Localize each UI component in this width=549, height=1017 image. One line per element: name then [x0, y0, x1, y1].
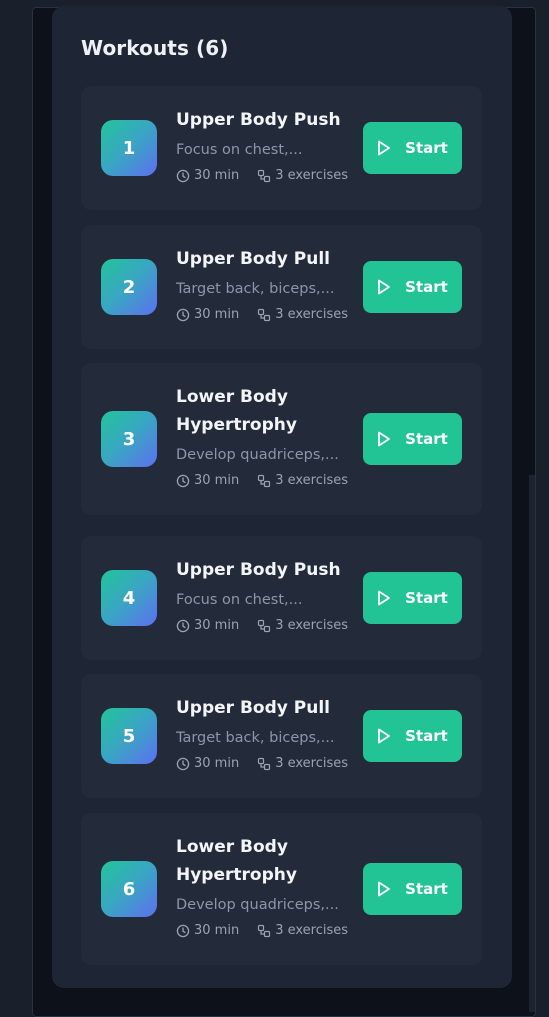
exercises-icon — [258, 619, 271, 632]
start-button-label: Start — [405, 727, 448, 745]
workout-exercise-count: 3 exercises — [257, 618, 348, 633]
workout-duration: 30 min — [176, 756, 239, 771]
workout-exercise-count-text: 3 exercises — [275, 618, 349, 633]
play-icon — [378, 279, 391, 295]
workout-card: 6 Lower Body Hypertrophy Develop quadric… — [81, 813, 482, 965]
play-icon — [378, 728, 391, 744]
exercises-icon — [258, 474, 271, 487]
workout-duration-text: 30 min — [194, 307, 240, 322]
workout-title: Upper Body Push — [176, 110, 341, 130]
workout-description: Develop quadriceps,... — [176, 897, 339, 913]
workout-duration-text: 30 min — [194, 923, 240, 938]
workout-card: 2 Upper Body Pull Target back, biceps,..… — [81, 225, 482, 349]
start-workout-button[interactable]: Start — [363, 863, 462, 915]
start-workout-button[interactable]: Start — [363, 261, 462, 313]
clock-icon — [176, 474, 190, 487]
exercises-icon — [258, 924, 271, 937]
workout-duration-text: 30 min — [194, 168, 240, 183]
workout-description: Focus on chest,... — [176, 592, 303, 608]
clock-icon — [176, 308, 190, 321]
workout-meta: 30 min 3 exercises — [176, 923, 356, 938]
scrollbar[interactable] — [529, 475, 535, 1012]
workout-exercise-count: 3 exercises — [257, 756, 348, 771]
play-icon — [378, 140, 391, 156]
start-workout-button[interactable]: Start — [363, 710, 462, 762]
workout-number-badge: 2 — [101, 259, 157, 315]
workout-description: Target back, biceps,... — [176, 730, 335, 746]
play-icon — [378, 590, 391, 606]
start-button-label: Start — [405, 880, 448, 898]
clock-icon — [176, 757, 190, 770]
workout-info: Lower Body Hypertrophy Develop quadricep… — [176, 383, 356, 488]
workout-meta: 30 min 3 exercises — [176, 618, 356, 633]
workout-exercise-count-text: 3 exercises — [275, 923, 349, 938]
workout-card: 3 Lower Body Hypertrophy Develop quadric… — [81, 363, 482, 515]
start-workout-button[interactable]: Start — [363, 122, 462, 174]
workout-exercise-count: 3 exercises — [257, 923, 348, 938]
exercises-icon — [258, 308, 271, 321]
workout-card: 1 Upper Body Push Focus on chest,... 30 … — [81, 86, 482, 210]
workout-duration: 30 min — [176, 923, 239, 938]
workout-exercise-count: 3 exercises — [257, 168, 348, 183]
workout-exercise-count: 3 exercises — [257, 307, 348, 322]
workout-duration: 30 min — [176, 307, 239, 322]
workout-title: Upper Body Pull — [176, 249, 330, 269]
clock-icon — [176, 169, 190, 182]
exercises-icon — [258, 169, 271, 182]
workouts-panel: Workouts (6) 1 Upper Body Push Focus on … — [52, 6, 512, 988]
workout-exercise-count-text: 3 exercises — [275, 473, 349, 488]
workout-description: Develop quadriceps,... — [176, 447, 339, 463]
play-icon — [378, 431, 391, 447]
workout-exercise-count-text: 3 exercises — [275, 307, 349, 322]
workout-info: Upper Body Pull Target back, biceps,... … — [176, 245, 356, 322]
play-icon — [378, 881, 391, 897]
workout-info: Upper Body Push Focus on chest,... 30 mi… — [176, 106, 356, 183]
start-button-label: Start — [405, 589, 448, 607]
workout-meta: 30 min 3 exercises — [176, 756, 356, 771]
start-button-label: Start — [405, 139, 448, 157]
workout-duration-text: 30 min — [194, 473, 240, 488]
workout-description: Focus on chest,... — [176, 142, 303, 158]
workout-exercise-count-text: 3 exercises — [275, 756, 349, 771]
workouts-heading: Workouts (6) — [81, 36, 229, 60]
workout-title: Lower Body Hypertrophy — [176, 387, 297, 435]
workout-info: Lower Body Hypertrophy Develop quadricep… — [176, 833, 356, 938]
workout-duration: 30 min — [176, 473, 239, 488]
workout-number-badge: 5 — [101, 708, 157, 764]
workout-description: Target back, biceps,... — [176, 281, 335, 297]
workout-meta: 30 min 3 exercises — [176, 168, 356, 183]
workout-duration-text: 30 min — [194, 756, 240, 771]
clock-icon — [176, 924, 190, 937]
workout-info: Upper Body Pull Target back, biceps,... … — [176, 694, 356, 771]
workout-number-badge: 1 — [101, 120, 157, 176]
start-button-label: Start — [405, 278, 448, 296]
workout-number-badge: 4 — [101, 570, 157, 626]
workout-exercise-count: 3 exercises — [257, 473, 348, 488]
workout-number-badge: 6 — [101, 861, 157, 917]
workout-card: 5 Upper Body Pull Target back, biceps,..… — [81, 674, 482, 798]
workout-title: Upper Body Pull — [176, 698, 330, 718]
exercises-icon — [258, 757, 271, 770]
workout-duration: 30 min — [176, 618, 239, 633]
workout-duration: 30 min — [176, 168, 239, 183]
workout-title: Upper Body Push — [176, 560, 341, 580]
clock-icon — [176, 619, 190, 632]
start-workout-button[interactable]: Start — [363, 413, 462, 465]
workout-info: Upper Body Push Focus on chest,... 30 mi… — [176, 556, 356, 633]
start-workout-button[interactable]: Start — [363, 572, 462, 624]
workout-meta: 30 min 3 exercises — [176, 307, 356, 322]
workout-card: 4 Upper Body Push Focus on chest,... 30 … — [81, 536, 482, 660]
workout-meta: 30 min 3 exercises — [176, 473, 356, 488]
start-button-label: Start — [405, 430, 448, 448]
workout-number-badge: 3 — [101, 411, 157, 467]
workout-duration-text: 30 min — [194, 618, 240, 633]
workout-exercise-count-text: 3 exercises — [275, 168, 349, 183]
workout-title: Lower Body Hypertrophy — [176, 837, 297, 885]
